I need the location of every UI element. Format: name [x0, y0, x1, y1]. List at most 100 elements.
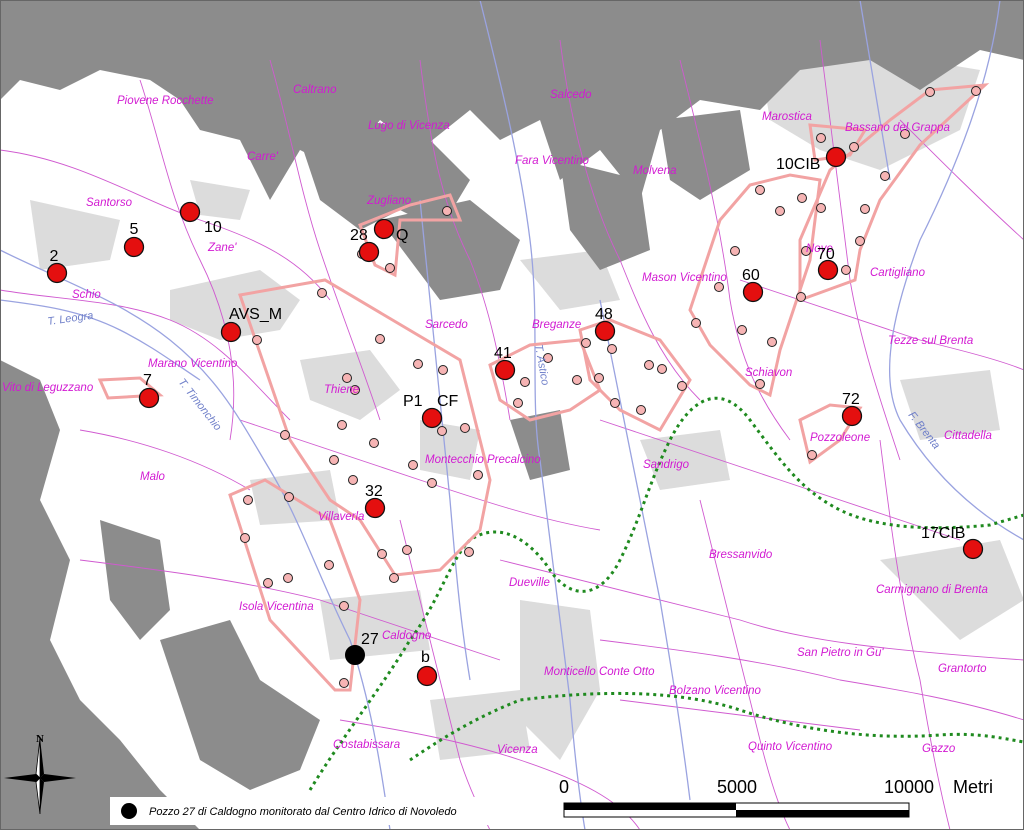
minor-well-marker[interactable]: [437, 426, 447, 436]
well-marker-avs[interactable]: [220, 321, 242, 343]
well-marker-27-monitored[interactable]: [345, 645, 365, 665]
minor-well-marker[interactable]: [636, 405, 646, 415]
minor-well-marker[interactable]: [324, 560, 334, 570]
well-marker-2[interactable]: [46, 262, 68, 284]
minor-well-marker[interactable]: [841, 265, 851, 275]
town-label-monticello: Monticello Conte Otto: [544, 666, 655, 678]
well-label-17cib: 17CIB: [921, 525, 965, 542]
well-marker-70[interactable]: [817, 259, 839, 281]
minor-well-marker[interactable]: [610, 398, 620, 408]
well-marker-60[interactable]: [742, 281, 764, 303]
well-label-7: 7: [143, 372, 152, 389]
well-marker-p1-cf[interactable]: [421, 407, 443, 429]
minor-well-marker[interactable]: [755, 185, 765, 195]
minor-well-marker[interactable]: [860, 204, 870, 214]
town-label-carre: Carre': [247, 151, 279, 163]
minor-well-marker[interactable]: [375, 334, 385, 344]
well-marker-10[interactable]: [179, 201, 201, 223]
minor-well-marker[interactable]: [849, 142, 859, 152]
minor-well-marker[interactable]: [427, 478, 437, 488]
town-label-vito: Vito di Leguzzano: [2, 382, 94, 394]
minor-well-marker[interactable]: [816, 133, 826, 143]
minor-well-marker[interactable]: [284, 492, 294, 502]
minor-well-marker[interactable]: [337, 420, 347, 430]
well-marker-28[interactable]: [358, 241, 380, 263]
scale-bar-segment-b: [736, 810, 909, 817]
minor-well-marker[interactable]: [730, 246, 740, 256]
minor-well-marker[interactable]: [594, 373, 604, 383]
well-label-2: 2: [50, 248, 59, 265]
minor-well-marker[interactable]: [677, 381, 687, 391]
minor-well-marker[interactable]: [329, 455, 339, 465]
town-label-schiavon: Schiavon: [745, 367, 792, 379]
well-marker-32[interactable]: [364, 497, 386, 519]
minor-well-marker[interactable]: [389, 573, 399, 583]
town-label-sandrigo: Sandrigo: [643, 459, 690, 471]
well-label-41: 41: [494, 345, 512, 362]
minor-well-marker[interactable]: [513, 398, 523, 408]
minor-well-marker[interactable]: [767, 337, 777, 347]
minor-well-marker[interactable]: [925, 87, 935, 97]
scale-tick-10000: 10000: [884, 777, 934, 797]
minor-well-marker[interactable]: [377, 549, 387, 559]
minor-well-marker[interactable]: [520, 377, 530, 387]
well-marker-72[interactable]: [841, 405, 863, 427]
town-label-mason: Mason Vicentino: [642, 272, 727, 284]
well-marker-17cib[interactable]: [962, 538, 984, 560]
minor-well-marker[interactable]: [385, 263, 395, 273]
minor-well-marker[interactable]: [263, 578, 273, 588]
minor-well-marker[interactable]: [442, 206, 452, 216]
well-marker-5[interactable]: [123, 236, 145, 258]
minor-well-marker[interactable]: [473, 470, 483, 480]
town-label-sanpietro: San Pietro in Gu': [797, 647, 884, 659]
minor-well-marker[interactable]: [283, 573, 293, 583]
minor-well-marker[interactable]: [280, 430, 290, 440]
well-marker-b[interactable]: [416, 665, 438, 687]
minor-well-marker[interactable]: [339, 601, 349, 611]
minor-well-marker[interactable]: [317, 288, 327, 298]
minor-well-marker[interactable]: [460, 423, 470, 433]
well-label-32: 32: [365, 483, 383, 500]
minor-well-marker[interactable]: [348, 475, 358, 485]
minor-well-marker[interactable]: [572, 375, 582, 385]
minor-well-marker[interactable]: [816, 203, 826, 213]
minor-well-marker[interactable]: [252, 335, 262, 345]
minor-well-marker[interactable]: [240, 533, 250, 543]
town-label-quinto: Quinto Vicentino: [748, 741, 833, 753]
legend: Pozzo 27 di Caldogno monitorato dal Cent…: [110, 797, 560, 825]
minor-well-marker[interactable]: [438, 365, 448, 375]
minor-well-marker[interactable]: [402, 545, 412, 555]
town-label-isola: Isola Vicentina: [239, 601, 314, 613]
minor-well-marker[interactable]: [880, 171, 890, 181]
well-marker-7[interactable]: [138, 387, 160, 409]
minor-well-marker[interactable]: [581, 338, 591, 348]
minor-well-marker[interactable]: [243, 495, 253, 505]
town-label-marostica: Marostica: [762, 111, 812, 123]
town-label-bolzano: Bolzano Vicentino: [669, 685, 761, 697]
minor-well-marker[interactable]: [369, 438, 379, 448]
town-label-bressanvido: Bressanvido: [709, 549, 773, 561]
minor-well-marker[interactable]: [691, 318, 701, 328]
minor-well-marker[interactable]: [971, 86, 981, 96]
minor-well-marker[interactable]: [775, 206, 785, 216]
minor-well-marker[interactable]: [339, 678, 349, 688]
minor-well-marker[interactable]: [644, 360, 654, 370]
well-marker-10cib[interactable]: [825, 146, 847, 168]
minor-well-marker[interactable]: [755, 379, 765, 389]
minor-well-marker[interactable]: [464, 547, 474, 557]
town-label-montecchio: Montecchio Precalcino: [425, 454, 541, 466]
well-marker-48[interactable]: [594, 320, 616, 342]
minor-well-marker[interactable]: [413, 359, 423, 369]
minor-well-marker[interactable]: [408, 460, 418, 470]
minor-well-marker[interactable]: [855, 236, 865, 246]
minor-well-marker[interactable]: [737, 325, 747, 335]
well-marker-41[interactable]: [494, 359, 516, 381]
minor-well-marker[interactable]: [342, 373, 352, 383]
minor-well-marker[interactable]: [607, 344, 617, 354]
well-marker-q[interactable]: [373, 218, 395, 240]
minor-well-marker[interactable]: [807, 450, 817, 460]
minor-well-marker[interactable]: [657, 364, 667, 374]
minor-well-marker[interactable]: [796, 292, 806, 302]
minor-well-marker[interactable]: [797, 193, 807, 203]
town-label-santorso: Santorso: [86, 197, 133, 209]
